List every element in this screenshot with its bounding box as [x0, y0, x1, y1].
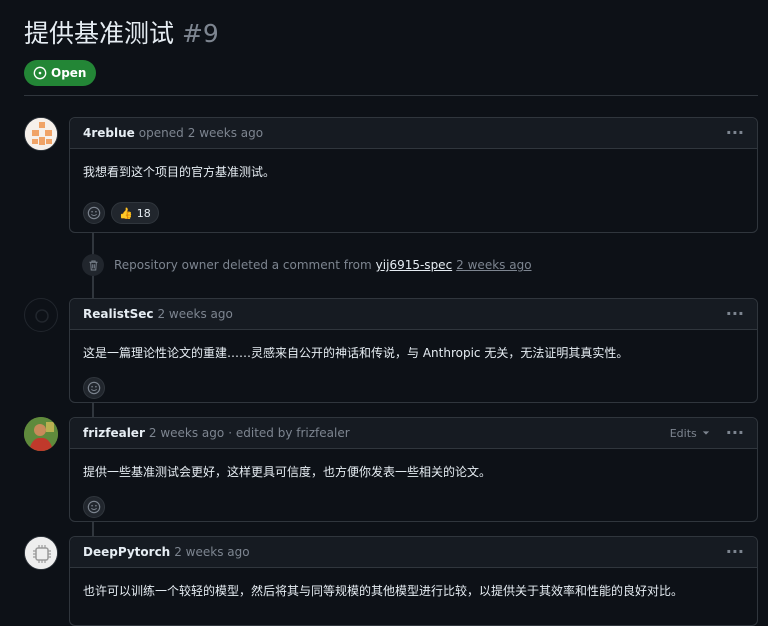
avatar[interactable]: [24, 298, 58, 332]
add-reaction-button[interactable]: [83, 202, 105, 224]
comment-body: 我想看到这个项目的官方基准测试。: [83, 165, 276, 179]
comment-body: 这是一篇理论性论文的重建……灵感来自公开的神话和传说，与 Anthropic 无…: [83, 346, 629, 360]
issue-open-icon: [33, 66, 47, 80]
comment-card: RealistSec 2 weeks ago ··· 这是一篇理论性论文的重建……: [69, 298, 758, 403]
avatar[interactable]: [24, 536, 58, 570]
smiley-icon: [87, 206, 101, 220]
comment-edited-note[interactable]: · edited by frizfealer: [228, 426, 349, 440]
reaction-count: 18: [136, 206, 151, 220]
timeline-event: Repository owner deleted a comment from …: [82, 254, 532, 276]
comment-card: 4reblue opened 2 weeks ago ··· 我想看到这个项目的…: [69, 117, 758, 233]
comment-author[interactable]: frizfealer: [83, 426, 145, 440]
user-photo-icon: [24, 417, 58, 451]
comment-author[interactable]: RealistSec: [83, 307, 153, 321]
event-icon-wrap: [82, 254, 104, 276]
comment-author[interactable]: DeepPytorch: [83, 545, 170, 559]
identicon-avatar-icon: [25, 118, 57, 150]
add-reaction-button[interactable]: [83, 377, 105, 399]
smiley-icon: [87, 381, 101, 395]
avatar[interactable]: [24, 417, 58, 451]
more-options-icon[interactable]: ···: [726, 544, 744, 560]
issue-title-text: 提供基准测试: [24, 19, 175, 48]
event-user-link[interactable]: yij6915-spec: [376, 258, 453, 272]
avatar[interactable]: [24, 117, 58, 151]
comment-time[interactable]: 2 weeks ago: [174, 545, 249, 559]
comment-body: 提供一些基准测试会更好，这样更具可信度，也方便你发表一些相关的论文。: [83, 465, 492, 479]
status-label: Open: [51, 66, 87, 80]
comment-header: RealistSec 2 weeks ago ···: [70, 299, 757, 330]
more-options-icon[interactable]: ···: [726, 425, 744, 441]
header-divider: [24, 95, 758, 96]
status-badge: Open: [24, 60, 97, 86]
caret-down-icon: [702, 431, 709, 435]
comment-card: DeepPytorch 2 weeks ago ··· 也许可以训练一个较轻的模…: [69, 536, 758, 626]
reactions-bar: [70, 361, 757, 412]
placeholder-avatar-icon: [35, 309, 49, 323]
comment-header: 4reblue opened 2 weeks ago ···: [70, 118, 757, 149]
edits-dropdown[interactable]: Edits: [670, 427, 710, 440]
comment-time[interactable]: 2 weeks ago: [188, 126, 263, 140]
comment-author[interactable]: 4reblue: [83, 126, 135, 140]
edits-label: Edits: [669, 426, 697, 440]
thumbs-up-reaction[interactable]: 👍 18: [111, 202, 159, 224]
comment-header: DeepPytorch 2 weeks ago ···: [70, 537, 757, 568]
smiley-icon: [87, 500, 101, 514]
reactions-bar: [70, 480, 757, 531]
event-text: Repository owner deleted a comment from: [114, 258, 372, 272]
chip-avatar-icon: [25, 537, 57, 569]
comment-card: frizfealer 2 weeks ago · edited by frizf…: [69, 417, 758, 522]
issue-number: #9: [181, 19, 219, 48]
add-reaction-button[interactable]: [83, 496, 105, 518]
trash-icon: [88, 260, 98, 270]
comment-time[interactable]: 2 weeks ago: [149, 426, 224, 440]
comment-header: frizfealer 2 weeks ago · edited by frizf…: [70, 418, 757, 449]
comment-body: 也许可以训练一个较轻的模型，然后将其与同等规模的其他模型进行比较，以提供关于其效…: [83, 584, 684, 598]
more-options-icon[interactable]: ···: [726, 306, 744, 322]
event-time[interactable]: 2 weeks ago: [456, 258, 531, 272]
comment-time[interactable]: 2 weeks ago: [157, 307, 232, 321]
comment-action: opened: [138, 126, 184, 140]
issue-title: 提供基准测试 #9: [24, 14, 219, 50]
thumbs-up-icon: 👍: [119, 206, 133, 220]
reactions-bar: 👍 18: [70, 180, 757, 237]
more-options-icon[interactable]: ···: [726, 125, 744, 141]
